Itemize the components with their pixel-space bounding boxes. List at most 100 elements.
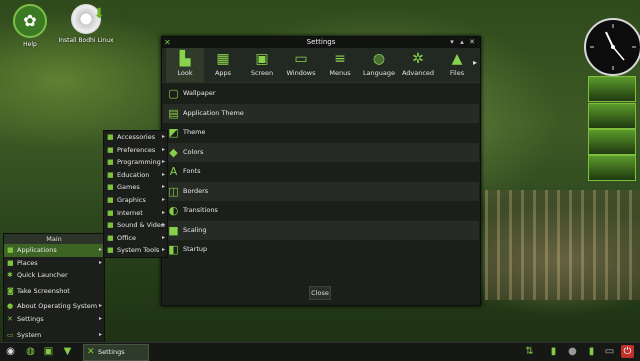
close-icon[interactable]: ✕ — [468, 37, 476, 48]
submenu-arrow-icon: ▸ — [161, 133, 165, 140]
title-bar[interactable]: ✕ Settings ▾ ▴ ✕ — [162, 37, 480, 48]
submenu-arrow-icon: ▸ — [161, 183, 165, 191]
submenu-arrow-icon: ▸ — [98, 330, 102, 338]
menu-item-accessories[interactable]: ■ Accessories ▸ — [104, 131, 167, 144]
menu-item-education[interactable]: ■ Education ▸ — [104, 169, 167, 182]
menu-item-places[interactable]: ■ Places ▸ — [4, 257, 104, 270]
list-item-label: Wallpaper — [183, 89, 216, 97]
tab-language[interactable]: ◍ Language — [360, 48, 398, 82]
list-item-scaling[interactable]: ■ Scaling — [163, 220, 479, 240]
info-icon: ● — [7, 302, 14, 311]
toolbar-scroll-right-icon[interactable]: ▸ — [473, 58, 477, 67]
tab-screen[interactable]: ▣ Screen — [243, 48, 281, 82]
transitions-icon: ◐ — [168, 204, 179, 217]
menu-item-internet[interactable]: ■ Internet ▸ — [104, 207, 167, 220]
submenu-arrow-icon: ▸ — [161, 221, 165, 229]
list-item-label: Startup — [183, 245, 208, 253]
network-icon[interactable]: ⇅ — [523, 345, 536, 358]
files-tray-icon[interactable]: ▭ — [603, 345, 616, 358]
menu-item-system[interactable]: ▭ System ▸ — [4, 329, 104, 342]
menu-item-graphics[interactable]: ■ Graphics ▸ — [104, 194, 167, 207]
window-title: Settings — [306, 38, 336, 46]
maximize-icon[interactable]: ▴ — [458, 37, 466, 48]
desktop-pager-2[interactable] — [588, 103, 636, 129]
mixer-icon[interactable]: ▮ — [547, 345, 560, 358]
menu-item-preferences[interactable]: ■ Preferences ▸ — [104, 144, 167, 157]
menu-item-label: Education — [117, 170, 150, 179]
list-item-fonts[interactable]: A Fonts — [163, 162, 479, 182]
battery-icon[interactable]: ▮ — [585, 345, 598, 358]
list-item-colors[interactable]: ◆ Colors — [163, 142, 479, 162]
settings-launcher-icon[interactable]: ▼ — [61, 345, 74, 358]
desktop-pager-1[interactable] — [588, 76, 636, 102]
sound-video-icon: ■ — [107, 221, 114, 230]
list-item-label: Transitions — [183, 206, 218, 214]
menus-icon: ≡ — [334, 51, 346, 67]
menu-item-quick-launcher[interactable]: ✱ Quick Launcher — [4, 269, 104, 282]
minimize-icon[interactable]: ▾ — [448, 37, 456, 48]
menu-item-label: Games — [117, 183, 140, 192]
menu-item-office[interactable]: ■ Office ▸ — [104, 232, 167, 245]
quick-launcher-icon: ✱ — [7, 271, 13, 280]
menu-item-settings[interactable]: ✕ Settings ▸ — [4, 313, 104, 326]
tab-apps[interactable]: ▦ Apps — [204, 48, 242, 82]
submenu-arrow-icon: ▸ — [98, 246, 102, 253]
tab-windows[interactable]: ▭ Windows — [282, 48, 320, 82]
menu-item-programming[interactable]: ■ Programming ▸ — [104, 156, 167, 169]
submenu-arrow-icon: ▸ — [161, 246, 165, 254]
desktop-icon-help[interactable]: ✿ Help — [0, 4, 60, 48]
tab-files[interactable]: ▲ Files — [438, 48, 476, 82]
list-item-application-theme[interactable]: ▤ Application Theme — [163, 103, 479, 123]
list-item-theme[interactable]: ◩ Theme — [163, 123, 479, 143]
apps-icon: ▦ — [216, 51, 230, 67]
list-item-transitions[interactable]: ◐ Transitions — [163, 201, 479, 221]
submenu-arrow-icon: ▸ — [98, 314, 102, 322]
menu-item-label: Settings — [17, 314, 44, 323]
menu-item-label: Internet — [117, 208, 143, 217]
list-item-label: Colors — [183, 147, 204, 156]
power-icon[interactable]: ⏻ — [621, 345, 634, 358]
submenu-arrow-icon: ▸ — [161, 158, 165, 166]
notification-icon[interactable]: ● — [566, 345, 579, 358]
menu-item-applications[interactable]: ■ Applications ▸ — [4, 244, 104, 257]
tab-look[interactable]: ▙ Look — [166, 48, 204, 82]
menu-item-label: Take Screenshot — [17, 286, 70, 295]
settings-app-icon: ✕ — [87, 347, 95, 357]
menu-item-games[interactable]: ■ Games ▸ — [104, 181, 167, 194]
desktop-pager-3[interactable] — [588, 129, 636, 155]
submenu-arrow-icon: ▸ — [161, 170, 165, 178]
system-tools-icon: ■ — [107, 246, 114, 255]
menu-item-about[interactable]: ● About Operating System ▸ — [4, 300, 104, 313]
start-menu-icon[interactable]: ◉ — [4, 345, 17, 358]
desktop-pager-4[interactable] — [588, 155, 636, 181]
menu-item-take-screenshot[interactable]: ◙ Take Screenshot — [4, 285, 104, 298]
settings-window: ✕ Settings ▾ ▴ ✕ ◂ ▙ Look ▦ Apps ▣ Scree… — [161, 36, 481, 306]
menu-item-system-tools[interactable]: ■ System Tools ▸ — [104, 244, 167, 257]
close-button[interactable]: Close — [309, 286, 331, 300]
tab-advanced[interactable]: ✲ Advanced — [399, 48, 437, 82]
desktop-icon-install[interactable]: ⬇ Install Bodhi Linux — [56, 4, 116, 44]
wallpaper-bridge — [485, 190, 640, 300]
programming-icon: ■ — [107, 158, 114, 167]
list-item-label: Theme — [183, 128, 206, 136]
submenu-arrow-icon: ▸ — [161, 145, 165, 153]
files-icon: ▲ — [451, 51, 463, 67]
list-item-label: Fonts — [183, 167, 201, 175]
startup-icon: ◧ — [168, 243, 179, 256]
terminal-icon[interactable]: ▣ — [42, 345, 55, 358]
submenu-arrow-icon: ▸ — [98, 302, 102, 310]
list-item-wallpaper[interactable]: ▢ Wallpaper — [163, 84, 479, 104]
menu-item-label: System Tools — [117, 246, 160, 255]
list-item-borders[interactable]: ◫ Borders — [163, 181, 479, 201]
advanced-gears-icon: ✲ — [412, 51, 424, 67]
taskbar-window-settings[interactable]: ✕ Settings — [83, 344, 149, 361]
menu-item-label: Quick Launcher — [17, 271, 68, 280]
games-icon: ■ — [107, 183, 114, 192]
tab-label: Apps — [214, 69, 232, 77]
list-item-startup[interactable]: ◧ Startup — [163, 240, 479, 260]
menu-item-label: About Operating System — [17, 302, 98, 311]
file-manager-icon[interactable]: ◍ — [24, 345, 37, 358]
theme-frame-icon: ◩ — [168, 126, 179, 139]
menu-item-sound-video[interactable]: ■ Sound & Video ▸ — [104, 219, 167, 232]
tab-menus[interactable]: ≡ Menus — [321, 48, 359, 82]
